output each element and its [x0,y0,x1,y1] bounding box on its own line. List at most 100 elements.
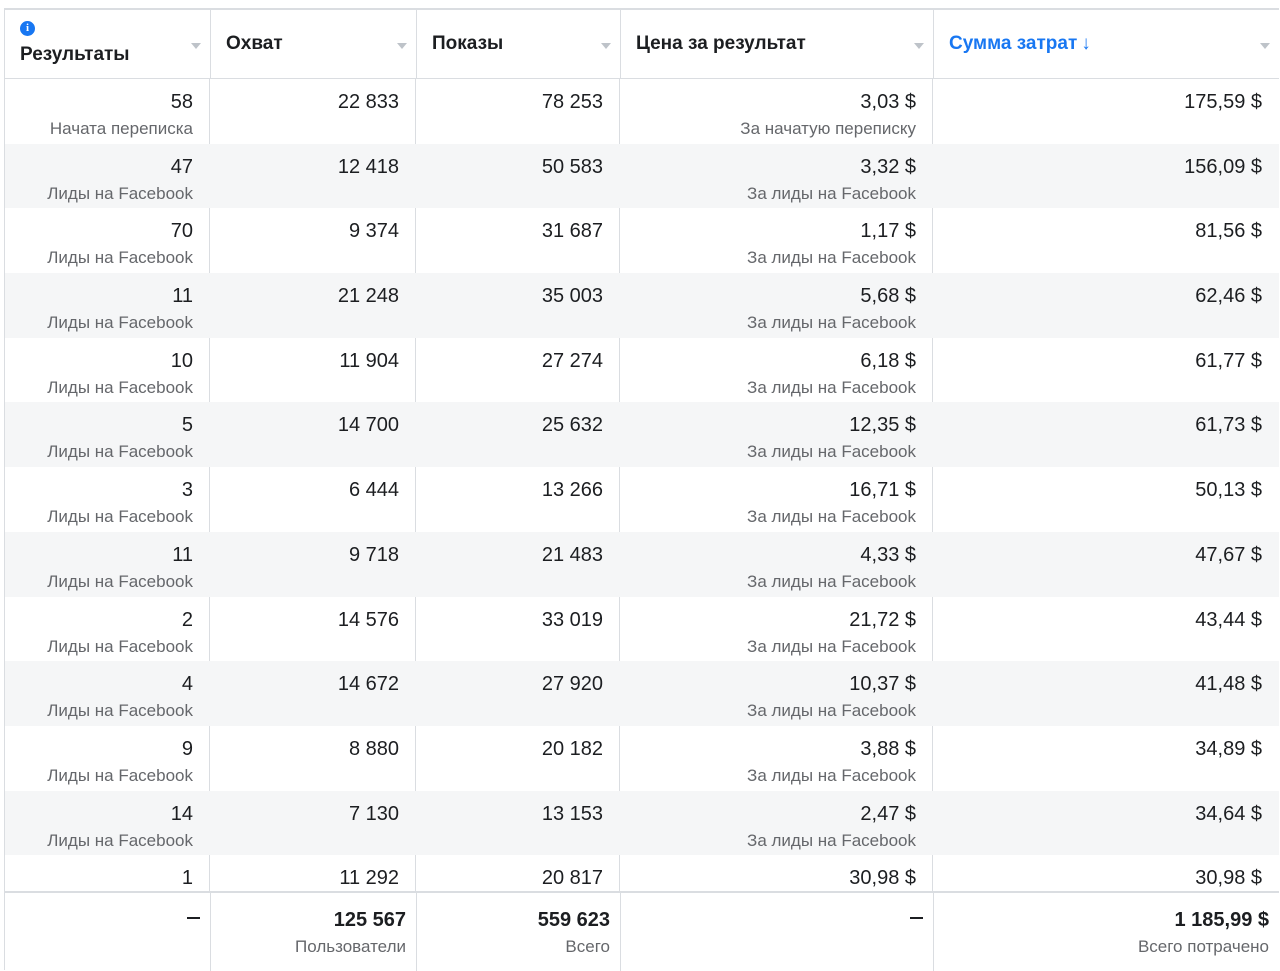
ads-results-table: i Результаты Охват Показы Цена за резуль… [4,8,1279,971]
amount-spent-value: 175,59 $ [1184,91,1262,113]
reach-cell: 6 444 [211,467,417,532]
column-header-amount-spent[interactable]: Сумма затрат ↓ [934,10,1279,78]
table-row[interactable]: 9 Лиды на Facebook 8 880 20 182 3,88 $ За лид… [5,726,1279,791]
total-spent-value: 1 185,99 $ [1174,909,1269,932]
amount-spent-cell: 175,59 $ [934,79,1279,144]
impressions-value: 20 817 [541,867,603,890]
totals-row: 125 567 Пользователи 559 623 Всего 1 185… [5,893,1279,971]
cost-per-result-value: 4,33 $ [860,543,916,566]
results-value: 4 [181,673,193,696]
results-cell: 1 [5,855,211,891]
reach-cell: 8 880 [211,726,417,791]
cost-per-result-type-label: За лиды на Facebook [747,248,916,268]
cost-per-result-value: 2,47 $ [860,802,916,825]
results-type-label: Лиды на Facebook [47,571,193,591]
total-impressions-cell: 559 623 Всего [417,893,621,971]
amount-spent-value: 47,67 $ [1195,543,1262,566]
impressions-cell: 27 274 [417,338,621,403]
chevron-down-icon[interactable] [1260,43,1270,49]
impressions-value: 13 266 [541,479,603,502]
cost-per-result-value: 5,68 $ [860,285,916,308]
amount-spent-value: 30,98 $ [1195,867,1262,890]
table-row[interactable]: 70 Лиды на Facebook 9 374 31 687 1,17 $ За ли… [5,208,1279,273]
cost-per-result-cell: 5,68 $ За лиды на Facebook [621,273,934,338]
results-value: 70 [170,220,193,243]
cost-per-result-cell: 30,98 $ [621,855,934,891]
table-row[interactable]: 5 Лиды на Facebook 14 700 25 632 12,35 $ За л… [5,402,1279,468]
impressions-value: 33 019 [541,608,603,631]
results-value: 5 [181,414,193,437]
results-type-label: Лиды на Facebook [47,765,193,785]
results-type-label: Лиды на Facebook [47,183,193,203]
table-row[interactable]: 47 Лиды на Facebook 12 418 50 583 3,32 $ За л… [5,143,1279,209]
reach-value: 11 904 [339,349,399,372]
cost-per-result-cell: 21,72 $ За лиды на Facebook [621,597,934,662]
table-row[interactable]: 58 Начата переписка 22 833 78 253 3,03 $ За н… [5,79,1279,144]
column-header-results[interactable]: i Результаты [5,10,211,78]
table-row[interactable]: 11 Лиды на Facebook 9 718 21 483 4,33 $ За ли… [5,531,1279,597]
cost-per-result-value: 21,72 $ [849,608,916,631]
chevron-down-icon[interactable] [397,43,407,49]
impressions-value: 21 483 [541,543,603,566]
impressions-value: 13 153 [541,802,603,825]
cost-per-result-type-label: За лиды на Facebook [747,701,916,721]
amount-spent-value: 50,13 $ [1195,479,1262,502]
table-row[interactable]: 2 Лиды на Facebook 14 576 33 019 21,72 $ За л… [5,597,1279,662]
table-header: i Результаты Охват Показы Цена за резуль… [5,10,1279,79]
cost-per-result-cell: 12,35 $ За лиды на Facebook [621,402,934,467]
chevron-down-icon[interactable] [914,43,924,49]
amount-spent-value: 34,64 $ [1195,802,1262,825]
total-impressions-label: Всего [565,937,610,957]
impressions-value: 25 632 [541,414,603,437]
results-cell: 11 Лиды на Facebook [5,273,211,338]
impressions-cell: 27 920 [417,661,621,726]
total-reach-value: 125 567 [333,909,406,932]
table-row[interactable]: 11 Лиды на Facebook 21 248 35 003 5,68 $ За л… [5,273,1279,338]
info-icon[interactable]: i [20,21,35,36]
column-header-label: Цена за результат [636,33,806,54]
cost-per-result-type-label: За лиды на Facebook [747,571,916,591]
table-row[interactable]: 1 11 292 20 817 30,98 $ 30,98 $ [5,855,1279,894]
results-cell: 4 Лиды на Facebook [5,661,211,726]
amount-spent-value: 62,46 $ [1195,285,1262,308]
table-body: 58 Начата переписка 22 833 78 253 3,03 $ За н… [5,79,1279,894]
column-header-reach[interactable]: Охват [211,10,417,78]
impressions-cell: 13 266 [417,467,621,532]
amount-spent-value: 81,56 $ [1195,220,1262,243]
reach-value: 6 444 [348,479,399,502]
cost-per-result-cell: 2,47 $ За лиды на Facebook [621,791,934,856]
amount-spent-cell: 43,44 $ [934,597,1279,662]
results-type-label: Лиды на Facebook [47,507,193,527]
chevron-down-icon[interactable] [191,43,201,49]
reach-cell: 9 374 [211,208,417,273]
cost-per-result-value: 3,03 $ [860,91,916,113]
amount-spent-value: 156,09 $ [1184,155,1262,178]
reach-value: 8 880 [348,737,399,760]
table-row[interactable]: 14 Лиды на Facebook 7 130 13 153 2,47 $ За ли… [5,790,1279,856]
table-row[interactable]: 3 Лиды на Facebook 6 444 13 266 16,71 $ За ли… [5,467,1279,532]
reach-cell: 14 672 [211,661,417,726]
table-row[interactable]: 10 Лиды на Facebook 11 904 27 274 6,18 $ За л… [5,338,1279,403]
reach-value: 9 718 [348,543,399,566]
chevron-down-icon[interactable] [601,43,611,49]
cost-per-result-value: 6,18 $ [860,349,916,372]
amount-spent-cell: 41,48 $ [934,661,1279,726]
results-value: 58 [170,91,193,113]
results-cell: 47 Лиды на Facebook [5,144,211,209]
total-cost-cell [621,893,934,971]
total-reach-label: Пользователи [295,937,406,957]
cost-per-result-value: 1,17 $ [860,220,916,243]
amount-spent-cell: 47,67 $ [934,532,1279,597]
impressions-cell: 35 003 [417,273,621,338]
impressions-value: 50 583 [541,155,603,178]
table-row[interactable]: 4 Лиды на Facebook 14 672 27 920 10,37 $ За л… [5,661,1279,726]
column-header-cost-per-result[interactable]: Цена за результат [621,10,934,78]
reach-cell: 9 718 [211,532,417,597]
results-type-label: Лиды на Facebook [47,701,193,721]
cost-per-result-type-label: За лиды на Facebook [747,765,916,785]
results-value: 47 [170,155,193,178]
column-header-impressions[interactable]: Показы [417,10,621,78]
results-type-label: Лиды на Facebook [47,830,193,850]
impressions-cell: 78 253 [417,79,621,144]
reach-value: 7 130 [348,802,399,825]
